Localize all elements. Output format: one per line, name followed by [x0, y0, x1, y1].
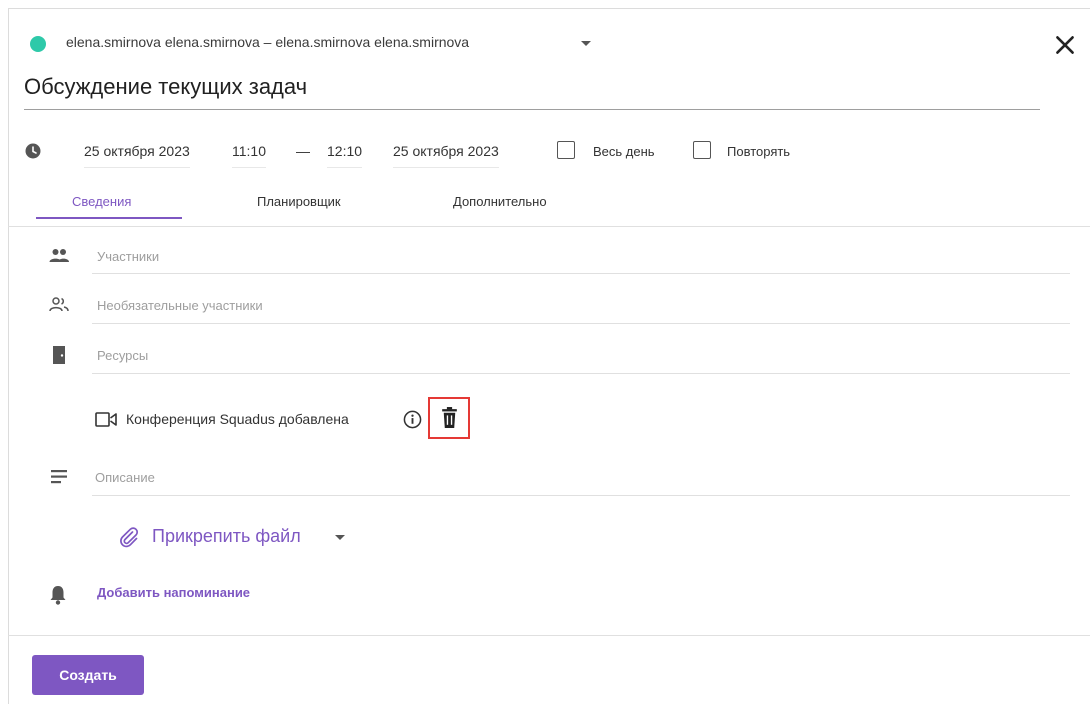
chevron-down-icon[interactable]: [581, 41, 591, 46]
optional-participants-underline: [92, 323, 1070, 324]
conference-label: Конференция Squadus добавлена: [126, 411, 349, 427]
time-separator: —: [296, 143, 310, 159]
participants-underline: [92, 273, 1070, 274]
end-date[interactable]: 25 октября 2023: [393, 143, 499, 168]
participants-input[interactable]: Участники: [97, 249, 159, 264]
add-reminder-link[interactable]: Добавить напоминание: [97, 585, 250, 600]
tab-additional[interactable]: Дополнительно: [453, 194, 547, 209]
trash-icon[interactable]: [440, 406, 459, 429]
repeat-checkbox[interactable]: [693, 141, 711, 159]
description-input[interactable]: Описание: [95, 470, 155, 485]
calendar-color-dot: [30, 36, 46, 52]
all-day-checkbox[interactable]: [557, 141, 575, 159]
start-time[interactable]: 11:10: [232, 143, 266, 168]
all-day-label: Весь день: [593, 144, 655, 159]
door-icon: [53, 346, 65, 364]
paperclip-icon[interactable]: [118, 526, 140, 548]
repeat-label: Повторять: [727, 144, 791, 159]
start-date[interactable]: 25 октября 2023: [84, 143, 190, 168]
people-outline-icon: [49, 297, 69, 312]
resources-input[interactable]: Ресурсы: [97, 348, 148, 363]
chevron-down-icon[interactable]: [335, 535, 345, 540]
optional-participants-input[interactable]: Необязательные участники: [97, 298, 263, 313]
close-icon[interactable]: [1052, 32, 1078, 58]
attach-file-button[interactable]: Прикрепить файл: [152, 526, 301, 547]
resources-underline: [92, 373, 1070, 374]
info-icon[interactable]: [403, 410, 422, 429]
description-underline: [92, 495, 1070, 496]
calendar-selector[interactable]: elena.smirnova elena.smirnova – elena.sm…: [66, 34, 469, 50]
end-time[interactable]: 12:10: [327, 143, 363, 168]
tab-details[interactable]: Сведения: [72, 194, 131, 209]
people-icon: [49, 249, 69, 262]
active-tab-indicator: [36, 217, 182, 219]
tabs-divider: [8, 226, 1090, 227]
notes-icon: [51, 470, 67, 484]
create-button[interactable]: Создать: [32, 655, 144, 695]
event-title[interactable]: Обсуждение текущих задач: [24, 74, 307, 100]
clock-icon: [25, 143, 41, 159]
video-camera-icon: [95, 412, 117, 427]
title-underline: [24, 109, 1040, 110]
footer-divider: [8, 635, 1090, 636]
bell-icon: [50, 586, 66, 605]
tab-scheduler[interactable]: Планировщик: [257, 194, 341, 209]
